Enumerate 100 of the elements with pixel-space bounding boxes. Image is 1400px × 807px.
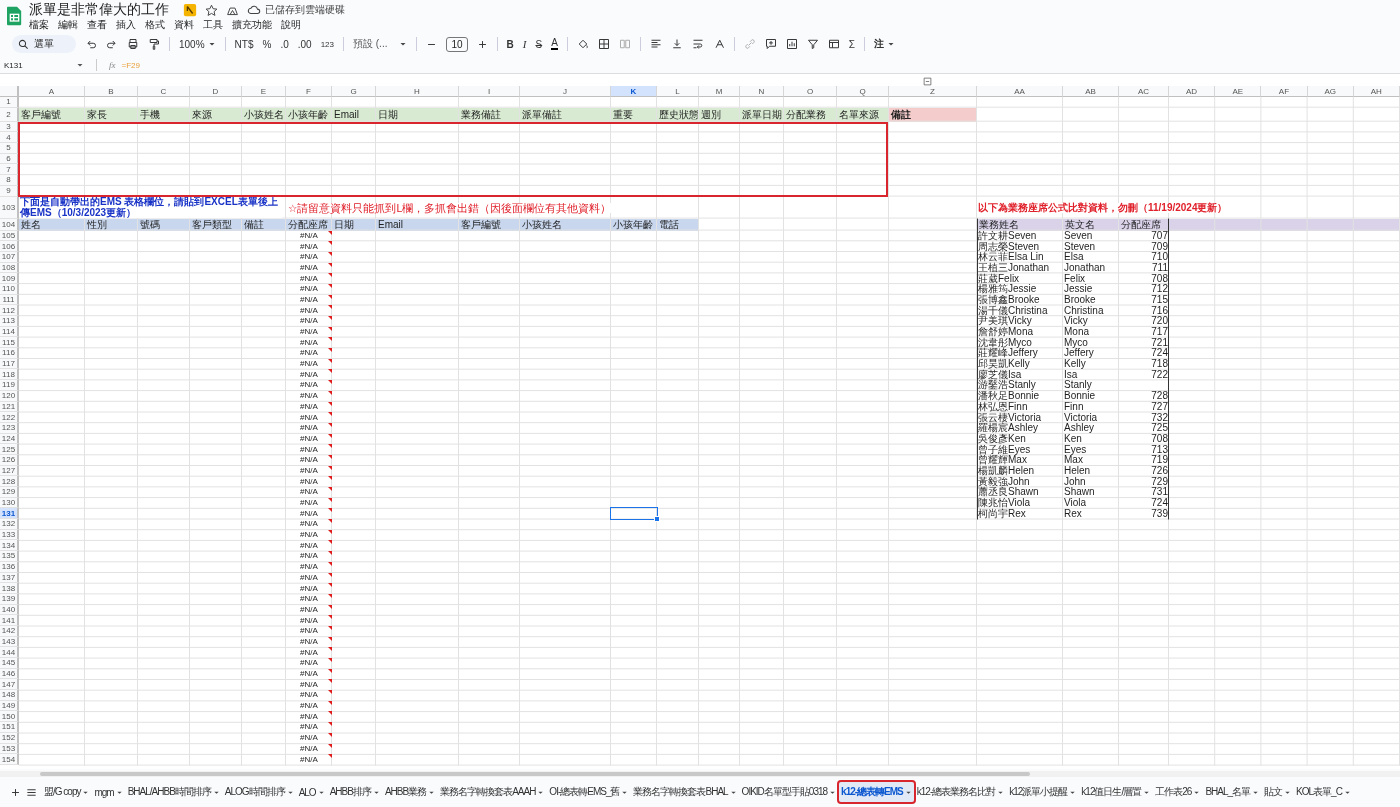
strikethrough-button[interactable]: S xyxy=(535,38,543,50)
row-number[interactable]: 154 xyxy=(0,754,19,765)
sheet-tab[interactable]: AHBB業務 xyxy=(382,782,438,802)
error-marker-icon[interactable] xyxy=(328,283,332,288)
sheet-tab[interactable]: AHBB排序 xyxy=(327,782,382,802)
error-marker-icon[interactable] xyxy=(328,583,332,588)
error-marker-icon[interactable] xyxy=(328,540,332,545)
error-marker-icon[interactable] xyxy=(328,262,332,267)
menu-icon[interactable] xyxy=(26,786,37,798)
column-header[interactable]: AD xyxy=(1169,86,1216,97)
redo-icon[interactable] xyxy=(106,38,118,50)
sheet-tab[interactable]: BHAL/AHBB時間排序 xyxy=(125,782,222,802)
column-header[interactable]: AH xyxy=(1353,86,1400,97)
column-header[interactable]: AE xyxy=(1215,86,1262,97)
row-number[interactable]: 4 xyxy=(0,132,19,144)
italic-button[interactable]: I xyxy=(522,38,527,50)
column-header[interactable]: Z xyxy=(889,86,977,97)
align-icon[interactable] xyxy=(649,38,662,50)
error-marker-icon[interactable] xyxy=(328,722,332,727)
chart-icon[interactable] xyxy=(785,38,798,50)
error-marker-icon[interactable] xyxy=(328,732,332,737)
error-marker-icon[interactable] xyxy=(328,476,332,481)
error-marker-icon[interactable] xyxy=(328,636,332,641)
menu-item[interactable]: 編輯 xyxy=(58,17,78,32)
sheets-logo-icon[interactable] xyxy=(6,6,23,26)
row-number[interactable]: 7 xyxy=(0,164,19,176)
error-marker-icon[interactable] xyxy=(328,230,332,235)
column-header[interactable]: AB xyxy=(1063,86,1119,97)
row-number[interactable]: 9 xyxy=(0,185,19,197)
paint-format-icon[interactable] xyxy=(148,38,160,50)
font-dropdown[interactable]: 預設 (... xyxy=(353,37,408,51)
error-marker-icon[interactable] xyxy=(328,390,332,395)
error-marker-icon[interactable] xyxy=(328,658,332,662)
row-number[interactable]: 145 xyxy=(0,658,19,669)
menu-search-field[interactable]: 選單 xyxy=(12,35,76,53)
error-marker-icon[interactable] xyxy=(328,454,332,459)
horizontal-scrollbar[interactable] xyxy=(40,772,1030,776)
font-size-field[interactable]: 10 xyxy=(446,36,468,52)
number-format-button[interactable]: 123 xyxy=(320,39,334,49)
sheet-tab[interactable]: OIKID名單型手貼0318 xyxy=(739,782,839,802)
menu-item[interactable]: 查看 xyxy=(87,17,107,32)
column-header[interactable]: AF xyxy=(1261,86,1308,97)
column-header[interactable]: H xyxy=(376,86,459,97)
sheet-tab[interactable]: ALO xyxy=(296,783,327,801)
sheet-tab[interactable]: 工作表26 xyxy=(1153,782,1203,802)
bold-button[interactable]: B xyxy=(506,38,514,50)
sheet-tab[interactable]: ALOG時間排序 xyxy=(222,782,296,802)
row-number[interactable]: 5 xyxy=(0,143,19,154)
sheet-tab[interactable]: k12-總表業務名比對 xyxy=(914,782,1007,802)
error-marker-icon[interactable] xyxy=(328,316,332,320)
print-icon[interactable] xyxy=(127,38,139,50)
error-marker-icon[interactable] xyxy=(328,508,332,513)
error-marker-icon[interactable] xyxy=(328,358,332,363)
error-marker-icon[interactable] xyxy=(328,679,332,684)
row-number[interactable]: 141 xyxy=(0,615,19,626)
row-number[interactable]: 142 xyxy=(0,625,19,637)
filter-icon[interactable] xyxy=(806,38,819,50)
plus-icon[interactable] xyxy=(476,38,488,50)
error-marker-icon[interactable] xyxy=(328,561,332,566)
error-marker-icon[interactable] xyxy=(328,241,332,246)
sheet-tab[interactable]: BHAL_名單 xyxy=(1203,782,1262,802)
column-header[interactable]: E xyxy=(242,86,286,97)
column-header[interactable]: AG xyxy=(1307,86,1354,97)
error-marker-icon[interactable] xyxy=(328,551,332,556)
sheet-tab[interactable]: OI-總表轉EMS_舊 xyxy=(547,782,631,802)
column-header[interactable]: M xyxy=(699,86,740,97)
sheet-tab[interactable]: KOL表單_C xyxy=(1294,782,1353,802)
error-marker-icon[interactable] xyxy=(328,487,332,491)
error-marker-icon[interactable] xyxy=(328,444,332,449)
text-wrap-icon[interactable] xyxy=(691,38,704,50)
row-number[interactable]: 110 xyxy=(0,283,19,295)
zoom-dropdown[interactable]: 100% xyxy=(179,38,216,50)
column-header[interactable]: Q xyxy=(837,86,889,97)
error-marker-icon[interactable] xyxy=(328,348,332,353)
row-number[interactable]: 113 xyxy=(0,316,19,327)
error-marker-icon[interactable] xyxy=(328,305,332,310)
filter-views-icon[interactable] xyxy=(827,38,840,50)
error-marker-icon[interactable] xyxy=(328,700,332,705)
column-header[interactable]: B xyxy=(85,86,138,97)
fill-color-icon[interactable] xyxy=(576,38,589,50)
functions-button[interactable]: Σ xyxy=(848,38,855,50)
row-number[interactable]: 107 xyxy=(0,251,19,263)
error-marker-icon[interactable] xyxy=(328,754,332,759)
error-marker-icon[interactable] xyxy=(328,690,332,695)
error-marker-icon[interactable] xyxy=(328,615,332,620)
column-header[interactable]: F xyxy=(286,86,332,97)
menu-item[interactable]: 擴充功能 xyxy=(232,17,272,32)
document-title[interactable]: 派單是非常偉大的工作 xyxy=(29,1,169,19)
sheet-tab[interactable]: mgm xyxy=(92,783,125,801)
row-number[interactable]: 103 xyxy=(0,196,19,219)
column-header[interactable]: J xyxy=(520,86,611,97)
error-marker-icon[interactable] xyxy=(328,668,332,673)
sheet-tab[interactable]: k12派單小提醒 xyxy=(1007,782,1079,802)
sheet-tab[interactable]: 盟/G copy xyxy=(42,782,92,802)
input-tools-dropdown[interactable]: 注 xyxy=(874,37,895,51)
menu-item[interactable]: 檔案 xyxy=(29,17,49,32)
folder-badge-icon[interactable] xyxy=(183,3,197,17)
row-number[interactable]: 119 xyxy=(0,380,19,391)
column-header[interactable]: AC xyxy=(1119,86,1169,97)
error-marker-icon[interactable] xyxy=(328,294,332,299)
